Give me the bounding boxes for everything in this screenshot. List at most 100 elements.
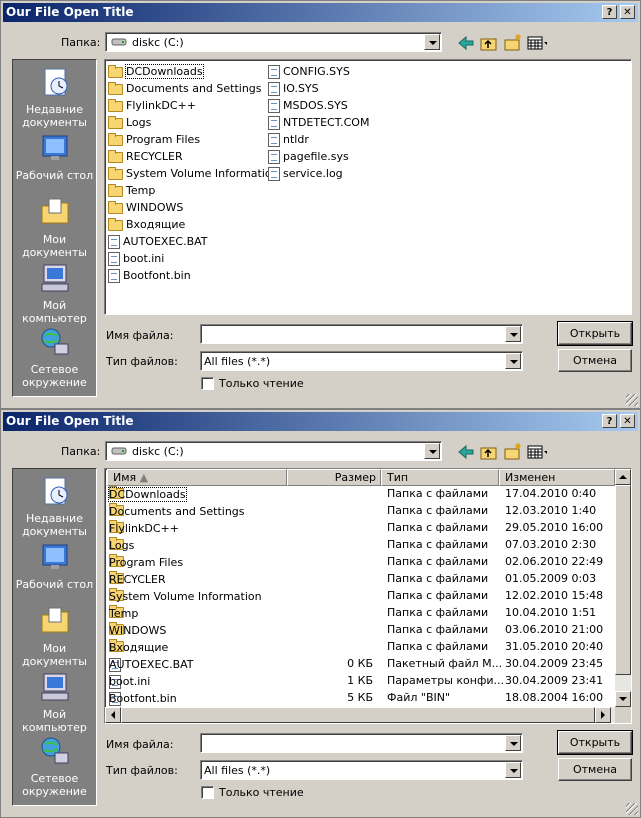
lookin-combo[interactable]: diskc (C:) bbox=[105, 441, 442, 461]
resize-grip[interactable] bbox=[626, 803, 638, 815]
cancel-button[interactable]: Отмена bbox=[558, 758, 632, 781]
file-item[interactable]: DCDownloads bbox=[108, 64, 204, 80]
column-header-name[interactable]: Имя ▲ bbox=[107, 469, 287, 486]
table-row[interactable]: AUTOEXEC.BAT 0 КБ Пакетный файл М... 30.04.… bbox=[105, 656, 615, 673]
lookin-combo[interactable]: diskc (C:) bbox=[105, 32, 442, 52]
file-item[interactable]: Bootfont.bin bbox=[108, 268, 191, 284]
file-item[interactable]: MSDOS.SYS bbox=[268, 98, 348, 114]
chevron-down-icon[interactable] bbox=[424, 34, 440, 50]
file-item[interactable]: boot.ini bbox=[108, 251, 164, 267]
open-button[interactable]: Открыть bbox=[557, 321, 633, 346]
place-desktop[interactable]: Рабочий стол bbox=[13, 541, 96, 591]
help-button[interactable]: ? bbox=[602, 5, 617, 19]
view-menu-icon[interactable] bbox=[527, 443, 547, 461]
table-row[interactable]: System Volume Information Папка с файлами… bbox=[105, 588, 615, 605]
cell-modified: 12.02.2010 15:48 bbox=[505, 589, 604, 602]
close-button[interactable]: ✕ bbox=[620, 414, 635, 428]
table-row[interactable]: Program Files Папка с файлами 02.06.2010 2… bbox=[105, 554, 615, 571]
chevron-down-icon[interactable] bbox=[505, 735, 521, 751]
scroll-up-button[interactable] bbox=[615, 469, 631, 485]
title-bar[interactable]: Our File Open Title ? ✕ bbox=[3, 412, 638, 431]
chevron-down-icon[interactable] bbox=[505, 353, 521, 369]
filename-combo[interactable] bbox=[200, 324, 523, 344]
file-item[interactable]: System Volume Information bbox=[108, 166, 279, 182]
cancel-button[interactable]: Отмена bbox=[558, 349, 632, 372]
file-item[interactable]: WINDOWS bbox=[108, 200, 183, 216]
back-arrow-icon[interactable] bbox=[456, 34, 476, 52]
file-icon bbox=[268, 65, 280, 79]
open-button[interactable]: Открыть bbox=[557, 730, 633, 755]
scroll-right-button[interactable] bbox=[595, 707, 611, 723]
place-recent-documents[interactable]: Недавние документы bbox=[13, 66, 96, 129]
file-item[interactable]: FlylinkDC++ bbox=[108, 98, 196, 114]
file-item[interactable]: pagefile.sys bbox=[268, 149, 349, 165]
file-item[interactable]: service.log bbox=[268, 166, 343, 182]
filename-label: Имя файла: bbox=[106, 738, 174, 751]
place-desktop[interactable]: Рабочий стол bbox=[13, 132, 96, 182]
chevron-down-icon[interactable] bbox=[505, 326, 521, 342]
file-details-list[interactable]: Имя ▲ Размер Тип Изменен DCDownloads Папк… bbox=[104, 468, 632, 724]
table-row[interactable]: Logs Папка с файлами 07.03.2010 2:30 bbox=[105, 537, 615, 554]
place-my-documents[interactable]: Мои документы bbox=[13, 605, 96, 668]
chevron-down-icon[interactable] bbox=[424, 443, 440, 459]
horizontal-scrollbar[interactable] bbox=[105, 707, 615, 723]
table-row[interactable]: boot.ini 1 КБ Параметры конфи... 30.04.2009… bbox=[105, 673, 615, 690]
table-row[interactable]: FlylinkDC++ Папка с файлами 29.05.2010 16:… bbox=[105, 520, 615, 537]
column-header-size[interactable]: Размер bbox=[287, 469, 381, 486]
chevron-down-icon[interactable] bbox=[505, 762, 521, 778]
up-folder-icon[interactable] bbox=[479, 443, 499, 461]
readonly-checkbox[interactable] bbox=[201, 377, 214, 390]
resize-grip[interactable] bbox=[626, 394, 638, 406]
table-row[interactable]: Temp Папка с файлами 10.04.2010 1:51 bbox=[105, 605, 615, 622]
file-item[interactable]: CONFIG.SYS bbox=[268, 64, 350, 80]
table-row[interactable]: DCDownloads Папка с файлами 17.04.2010 0:4… bbox=[105, 486, 615, 503]
file-list[interactable]: DCDownloads Documents and Settings Flylink… bbox=[104, 59, 632, 315]
table-row[interactable]: Bootfont.bin 5 КБ Файл "BIN" 18.08.2004 16:… bbox=[105, 690, 615, 707]
title-bar[interactable]: Our File Open Title ? ✕ bbox=[3, 3, 638, 22]
filetype-combo[interactable]: All files (*.*) bbox=[200, 760, 523, 780]
close-button[interactable]: ✕ bbox=[620, 5, 635, 19]
view-menu-icon[interactable] bbox=[527, 34, 547, 52]
scroll-thumb[interactable] bbox=[615, 485, 631, 675]
column-header-type[interactable]: Тип bbox=[381, 469, 499, 486]
readonly-checkbox[interactable] bbox=[201, 786, 214, 799]
cell-name: Program Files bbox=[109, 556, 184, 569]
place-label: Рабочий стол bbox=[15, 169, 94, 182]
recent-documents-icon bbox=[44, 68, 67, 96]
hscroll-thumb[interactable] bbox=[121, 707, 595, 723]
place-recent-documents[interactable]: Недавние документы bbox=[13, 475, 96, 538]
file-item[interactable]: Logs bbox=[108, 115, 151, 131]
file-item[interactable]: Temp bbox=[108, 183, 155, 199]
file-item[interactable]: NTDETECT.COM bbox=[268, 115, 369, 131]
file-item[interactable]: AUTOEXEC.BAT bbox=[108, 234, 208, 250]
new-folder-icon[interactable] bbox=[503, 442, 523, 460]
file-item[interactable]: ntldr bbox=[268, 132, 309, 148]
file-item[interactable]: RECYCLER bbox=[108, 149, 183, 165]
back-arrow-icon[interactable] bbox=[456, 443, 476, 461]
column-header-modified[interactable]: Изменен bbox=[499, 469, 615, 486]
place-network[interactable]: Сетевое окружение bbox=[13, 735, 96, 798]
place-my-computer[interactable]: Мой компьютер bbox=[13, 671, 96, 734]
readonly-label[interactable]: Только чтение bbox=[219, 377, 304, 390]
filename-combo[interactable] bbox=[200, 733, 523, 753]
filetype-label: Тип файлов: bbox=[106, 764, 178, 777]
file-item[interactable]: Program Files bbox=[108, 132, 200, 148]
file-item[interactable]: IO.SYS bbox=[268, 81, 319, 97]
up-folder-icon[interactable] bbox=[479, 34, 499, 52]
scroll-down-button[interactable] bbox=[615, 691, 631, 707]
table-row[interactable]: Documents and Settings Папка с файлами 12.… bbox=[105, 503, 615, 520]
readonly-label[interactable]: Только чтение bbox=[219, 786, 304, 799]
scroll-left-button[interactable] bbox=[105, 707, 121, 723]
filetype-combo[interactable]: All files (*.*) bbox=[200, 351, 523, 371]
place-my-documents[interactable]: Мои документы bbox=[13, 196, 96, 259]
new-folder-icon[interactable] bbox=[503, 33, 523, 51]
file-item[interactable]: Входящие bbox=[108, 217, 185, 233]
help-button[interactable]: ? bbox=[602, 414, 617, 428]
table-row[interactable]: RECYCLER Папка с файлами 01.05.2009 0:03 bbox=[105, 571, 615, 588]
table-row[interactable]: Входящие Папка с файлами 31.05.2010 20:40 bbox=[105, 639, 615, 656]
table-row[interactable]: WINDOWS Папка с файлами 03.06.2010 21:00 bbox=[105, 622, 615, 639]
place-network[interactable]: Сетевое окружение bbox=[13, 326, 96, 389]
vertical-scrollbar[interactable] bbox=[615, 469, 631, 707]
file-item[interactable]: Documents and Settings bbox=[108, 81, 262, 97]
place-my-computer[interactable]: Мой компьютер bbox=[13, 262, 96, 325]
